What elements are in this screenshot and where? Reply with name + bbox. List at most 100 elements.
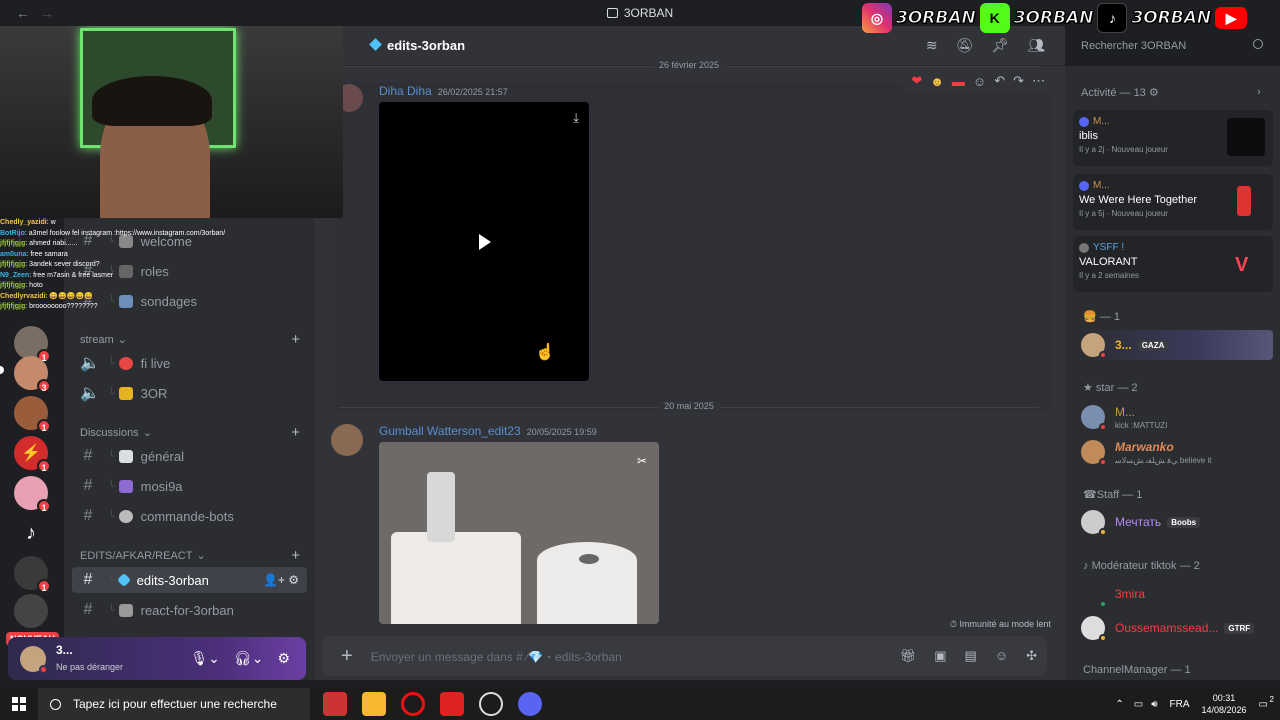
channel-react-for-3orban[interactable]: # ╰ react-for-3orban (72, 597, 307, 623)
category-edits[interactable]: EDITS/AFKAR/REACT ⌄ + (80, 547, 300, 564)
discord-icon[interactable] (518, 692, 542, 716)
dnd-status-icon (39, 664, 48, 674)
avatar[interactable] (20, 645, 48, 674)
message-author[interactable]: Diha Diha 26/02/2025 21:57 (379, 84, 508, 98)
message-input[interactable]: Envoyer un message dans # ⁄💎・edits-3orba… (371, 648, 622, 665)
laugh-reaction-icon[interactable]: ☻ (930, 74, 944, 89)
social-overlay: ◎ 3ORBAN K 3ORBAN ♪ 3ORBAN ▶ (862, 3, 1248, 33)
mention-badge: 1 (37, 419, 51, 433)
apps-icon[interactable]: ✣ (1026, 648, 1037, 664)
message-timestamp: 26/02/2025 21:57 (437, 87, 508, 97)
search-icon (1253, 39, 1263, 49)
channel-settings-icon[interactable]: 👤+ ⚙ (263, 573, 299, 587)
heart-reaction-icon[interactable]: ❤ (911, 73, 922, 89)
gift-icon[interactable]: 🎁︎ (900, 648, 917, 664)
member-item[interactable]: Marwanko ﻲﻓ ﺶﻠﻔﻧ ﺶﺴﻟﺎﺳ believe it (1081, 438, 1271, 466)
activity-card[interactable]: YSFF ! VALORANT Il y a 2 semaines V (1073, 236, 1273, 292)
file-explorer-icon[interactable] (362, 692, 386, 716)
microphone-icon[interactable]: 🎙︎⌄ (190, 650, 220, 667)
chevron-right-icon[interactable]: › (1257, 86, 1261, 98)
unread-pip (0, 366, 4, 374)
server-icon[interactable]: 3 (14, 356, 51, 393)
emoji-icon[interactable]: ☺ (995, 648, 1008, 664)
message-composer[interactable]: + Envoyer un message dans # ⁄💎・edits-3or… (323, 636, 1047, 676)
add-channel-icon[interactable]: + (291, 424, 300, 441)
server-icon[interactable]: 1 (14, 556, 51, 593)
category-label: EDITS/AFKAR/REACT (80, 549, 193, 562)
language-indicator[interactable]: FRA (1170, 699, 1190, 710)
network-icon[interactable]: ▭ (1134, 699, 1143, 710)
members-icon[interactable]: 👥︎ (1027, 37, 1045, 54)
channel-edits-3orban[interactable]: # ╰ edits-3orban 👤+ ⚙ (72, 567, 307, 593)
threads-icon[interactable]: ≋ (926, 37, 938, 54)
video-attachment[interactable]: ⤓ ☝ (379, 102, 589, 381)
hash-icon: # (83, 571, 93, 588)
volume-icon[interactable]: 🔊︎ (1151, 699, 1157, 710)
gif-icon[interactable]: ▣ (934, 648, 946, 664)
add-channel-icon[interactable]: + (291, 547, 300, 564)
server-icon[interactable]: 1 (14, 476, 51, 513)
member-item[interactable]: Oussemamssead... GTRF (1081, 616, 1271, 642)
instagram-handle: 3ORBAN (896, 8, 977, 29)
flag-reaction-icon[interactable]: ▬ (952, 74, 965, 89)
activity-card[interactable]: M... We Were Here Together Il y a 5j · N… (1073, 174, 1273, 230)
member-item[interactable]: 3... GAZA (1081, 330, 1273, 360)
sticker-icon[interactable]: ▤ (965, 648, 977, 664)
mention-badge: 3 (37, 379, 51, 393)
video-app-icon[interactable] (323, 692, 347, 716)
windows-start-icon[interactable] (12, 697, 26, 711)
mention-badge: 1 (37, 459, 51, 473)
voice-3or[interactable]: 🔈 ╰ 3OR (72, 380, 307, 406)
play-icon[interactable] (479, 234, 491, 250)
member-item[interactable]: 3mira (1081, 582, 1271, 608)
server-icon[interactable] (14, 594, 48, 628)
channel-commande-bots[interactable]: # ╰ commande-bots (72, 503, 307, 529)
more-icon[interactable]: ⋯ (1032, 73, 1045, 89)
category-discussions[interactable]: Discussions ⌄ + (80, 424, 300, 441)
speech-bubble-icon (118, 449, 133, 463)
chevron-up-icon[interactable]: ⌃ (1115, 699, 1123, 710)
headphones-icon[interactable]: 🎧︎⌄ (234, 650, 264, 667)
download-icon[interactable]: ⤓ (573, 110, 579, 126)
channel-label: mosi9a (140, 478, 183, 494)
activity-card[interactable]: M... iblis Il y a 2j · Nouveau joueur (1073, 110, 1273, 166)
member-item[interactable]: Мечтать Boobs (1081, 510, 1271, 536)
hash-icon: # (83, 601, 93, 618)
clapper-icon (118, 603, 133, 617)
opera-icon[interactable] (401, 692, 425, 716)
server-icon[interactable]: 1 (14, 396, 51, 433)
stream-chat-overlay: Chedly_yazidi: w BotRijo: a3mel foolow f… (0, 219, 226, 310)
mute-bell-icon[interactable]: 🔕︎ (956, 37, 974, 54)
image-attachment[interactable]: ✂ (379, 442, 659, 624)
guild-tag: GTRF (1224, 622, 1255, 634)
streaming-app-icon[interactable] (440, 692, 464, 716)
voice-fi-live[interactable]: 🔈 ╰ fi live (72, 350, 307, 376)
activity-header[interactable]: Activité — 13 ⚙ › (1081, 86, 1261, 99)
walkie-talkie-icon (1227, 182, 1265, 220)
mention-badge: 1 (37, 579, 51, 593)
attach-plus-icon[interactable]: + (341, 645, 353, 668)
reply-icon[interactable]: ↶ (994, 73, 1005, 89)
notification-icon[interactable]: ▭ 2 (1259, 695, 1274, 710)
message-author[interactable]: Gumball Watterson_edit23 20/05/2025 19:59 (379, 424, 597, 438)
clock[interactable]: 00:31 14/08/2026 (1202, 692, 1247, 716)
add-reaction-icon[interactable]: ☺ (973, 74, 986, 89)
user-panel[interactable]: 3... Ne pas déranger 🎙︎⌄ 🎧︎⌄ ⚙ (8, 637, 306, 680)
burger-icon (118, 386, 133, 400)
pin-icon[interactable]: 📌︎ (991, 37, 1009, 54)
guild-tag: Boobs (1167, 516, 1201, 528)
avatar[interactable] (331, 424, 363, 456)
channel-mosi9a[interactable]: # ╰ mosi9a (72, 473, 307, 499)
role-header: ♪ Modérateur tiktok — 2 (1083, 560, 1200, 572)
message-timestamp: 20/05/2025 19:59 (526, 427, 597, 437)
taskbar-search[interactable]: Tapez ici pour effectuer une recherche (38, 688, 310, 720)
settings-gear-icon[interactable]: ⚙ (277, 650, 290, 667)
obs-icon[interactable] (479, 692, 503, 716)
server-icon[interactable]: ⚡ 1 (14, 436, 51, 473)
channel-general[interactable]: # ╰ général (72, 443, 307, 469)
member-item[interactable]: M... kick :MATTUZI (1081, 403, 1271, 431)
tiktok-server-icon[interactable]: ♪ (14, 516, 48, 550)
forward-icon[interactable]: ↷ (1013, 73, 1024, 89)
search-input[interactable]: Rechercher 3ORBAN (1073, 35, 1271, 57)
role-header: ☎Staff — 1 (1083, 489, 1143, 501)
